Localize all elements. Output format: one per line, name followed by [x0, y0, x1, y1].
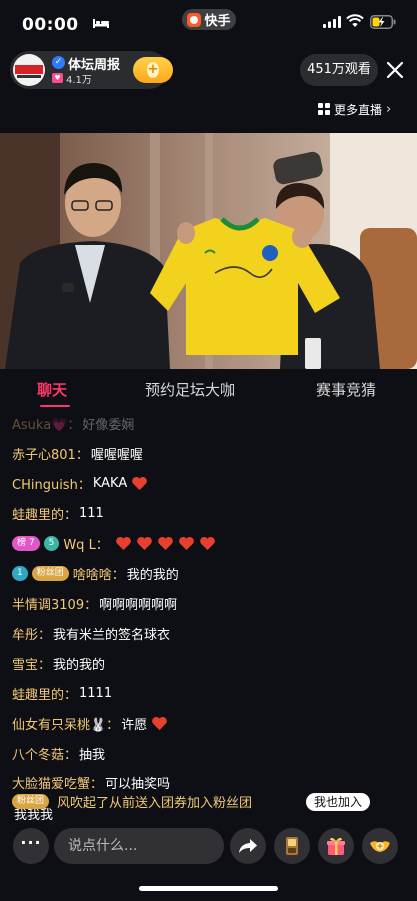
chat-text: 许愿 — [121, 717, 148, 733]
like-heart-icon: ♥ — [52, 73, 63, 83]
share-icon — [239, 839, 257, 853]
fan-club-badge: 粉丝团 — [12, 793, 50, 809]
heart-icon — [178, 536, 194, 550]
level-badge: 5 — [43, 535, 60, 551]
chat-username[interactable]: 蛙趣里的： — [12, 684, 77, 703]
clock-time: 00:00 — [22, 15, 79, 35]
streamer-likes-count: 4.1万 — [66, 75, 92, 86]
chat-message: 半情调3109： 啊啊啊啊啊啊 — [12, 592, 177, 614]
comment-input[interactable] — [54, 828, 224, 864]
trophy-card-icon — [286, 837, 298, 855]
more-live-button[interactable]: 更多直播 › — [318, 99, 391, 119]
chat-username[interactable]: 仙女有只呆桃🐰： — [12, 714, 119, 733]
heart-icon — [157, 536, 173, 550]
chat-message: 仙女有只呆桃🐰： 许愿 — [12, 712, 168, 734]
chat-text: KAKA — [92, 475, 128, 491]
chat-text: 可以抽奖吗 — [105, 776, 171, 792]
plus-icon: + — [147, 62, 159, 78]
bottom-bar: ··· — [0, 826, 417, 866]
share-button[interactable] — [230, 828, 266, 864]
prize-button[interactable] — [274, 828, 310, 864]
chat-text: 我的我的 — [53, 657, 106, 673]
battery-charging-icon — [370, 15, 396, 29]
chat-text: 我的我的 — [126, 567, 179, 583]
tab-match-prediction[interactable]: 赛事竞猜 — [316, 379, 376, 400]
chat-text: 1111 — [79, 685, 113, 701]
kuaishou-logo-icon — [187, 12, 202, 27]
fan-club-button[interactable] — [362, 828, 398, 864]
chat-username[interactable]: 八个冬菇： — [12, 744, 77, 763]
tab-chat[interactable]: 聊天 — [37, 379, 67, 400]
tab-reserve-football-stars[interactable]: 预约足坛大咖 — [145, 379, 235, 400]
chat-text: 啊啊啊啊啊啊 — [99, 597, 178, 613]
heart-icon — [152, 716, 168, 730]
follow-button[interactable]: + — [133, 57, 173, 83]
chat-text: 我有米兰的签名球衣 — [53, 627, 171, 643]
close-icon[interactable] — [385, 60, 405, 80]
more-options-button[interactable]: ··· — [13, 828, 49, 864]
gift-button[interactable] — [318, 828, 354, 864]
heart-icon — [199, 536, 215, 550]
heart-icon — [132, 476, 148, 490]
chat-username[interactable]: 蛙趣里的： — [12, 504, 77, 523]
chat-text: 抽我 — [79, 747, 106, 763]
chat-username[interactable]: Asuka💗： — [12, 414, 80, 433]
chat-text: 好像委娴 — [82, 417, 135, 433]
chat-message: 蛙趣里的： 1111 — [12, 682, 112, 704]
verified-icon: ✓ — [52, 56, 65, 69]
video-frame — [0, 133, 417, 369]
chat-message: 雪宝： 我的我的 — [12, 652, 105, 674]
heart-icon — [115, 536, 131, 550]
app-indicator[interactable]: 快手 — [182, 9, 236, 30]
chat-text: 111 — [79, 505, 104, 521]
chat-message: CHinguish： KAKA — [12, 472, 148, 494]
chat-username[interactable]: Wq L： — [63, 534, 108, 553]
chat-message: 赤子心801： 喔喔喔喔 — [12, 442, 143, 464]
fan-club-icon — [370, 841, 390, 852]
viewer-count[interactable]: 451万观看 — [300, 54, 378, 86]
streamer-avatar[interactable] — [13, 54, 45, 86]
heart-icon — [136, 536, 152, 550]
chat-text: 喔喔喔喔 — [90, 447, 143, 463]
chat-username[interactable]: 半情调3109： — [12, 594, 97, 613]
chat-username[interactable]: 啥啥啥： — [73, 564, 125, 583]
status-bar: 00:00 快手 — [0, 0, 417, 48]
rank-badge: 榜 7 — [12, 535, 40, 551]
cellular-signal-icon — [323, 16, 341, 28]
active-tab-indicator — [40, 405, 70, 407]
fan-club-badge: 粉丝团 — [31, 565, 69, 581]
chevron-right-icon: › — [386, 101, 392, 117]
gift-icon — [327, 837, 345, 855]
tab-bar: 聊天 预约足坛大咖 赛事竞猜 — [0, 372, 417, 408]
level-badge: 1 — [12, 565, 28, 581]
wifi-icon — [346, 14, 364, 27]
chat-message: 大脸猫爱吃蟹： 可以抽奖吗 — [12, 771, 170, 793]
join-fan-club-button[interactable]: 我也加入 — [306, 793, 370, 811]
chat-message: 榜 7 5 Wq L： — [12, 532, 216, 554]
chat-message: Asuka💗： 好像委娴 — [12, 412, 134, 434]
chat-username[interactable]: CHinguish： — [12, 474, 91, 493]
chat-username[interactable]: 大脸猫爱吃蟹： — [12, 773, 103, 792]
live-video[interactable] — [0, 133, 417, 369]
chat-message: 八个冬菇： 抽我 — [12, 742, 105, 764]
chat-username[interactable]: 赤子心801： — [12, 444, 89, 463]
chat-username[interactable]: 牟彤： — [12, 624, 51, 643]
chat-message: 蛙趣里的： 111 — [12, 502, 104, 524]
home-indicator[interactable] — [139, 886, 278, 891]
streamer-card[interactable]: ✓ 体坛周报 ♥ 4.1万 + — [10, 51, 173, 89]
fan-club-banner-text: 风吹起了从前送入团券加入粉丝团 — [57, 795, 253, 811]
chat-message: 1 粉丝团 啥啥啥： 我的我的 — [12, 562, 179, 584]
app-name: 快手 — [204, 14, 231, 29]
chat-message: 牟彤： 我有米兰的签名球衣 — [12, 622, 170, 644]
more-live-label: 更多直播 — [334, 102, 383, 117]
sleep-mode-icon — [93, 19, 109, 28]
fan-club-banner: 粉丝团 风吹起了从前送入团券加入粉丝团 — [12, 792, 253, 811]
chat-list[interactable]: Asuka💗： 好像委娴 赤子心801： 喔喔喔喔 CHinguish： KAK… — [0, 410, 417, 822]
grid-icon — [318, 103, 330, 115]
chat-username[interactable]: 雪宝： — [12, 654, 51, 673]
